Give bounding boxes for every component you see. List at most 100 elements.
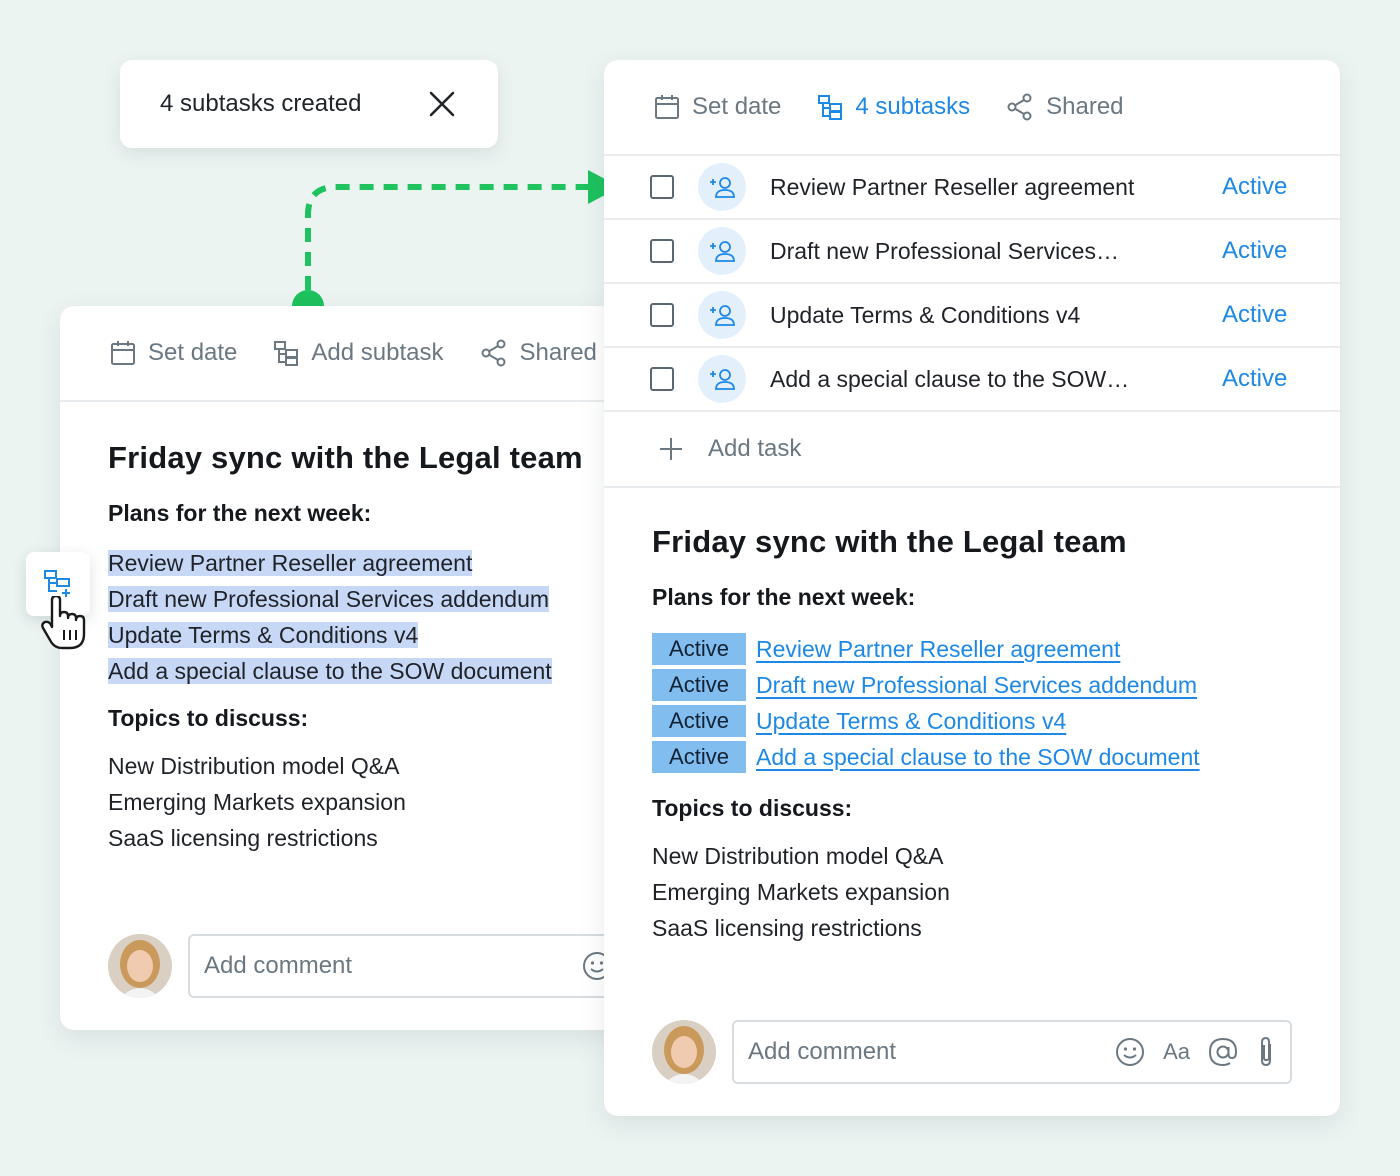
selected-text: Update Terms & Conditions v4 <box>108 622 419 648</box>
assign-user-icon[interactable] <box>698 291 746 339</box>
shared-button[interactable]: Shared <box>480 339 597 367</box>
set-date-label: Set date <box>148 339 238 366</box>
table-row: Add a special clause to the SOW… Active <box>604 348 1340 412</box>
doc-title: Friday sync with the Legal team <box>652 524 1127 559</box>
toolbar: Set date Add subtask Shared <box>60 306 620 402</box>
toast-text: 4 subtasks created <box>160 90 362 117</box>
calendar-icon <box>111 341 135 365</box>
comment-placeholder: Add comment <box>748 1038 897 1065</box>
task-checkbox[interactable] <box>650 239 674 263</box>
shared-label: Shared <box>1046 93 1124 120</box>
calendar-icon <box>655 95 679 119</box>
comment-row: Add comment <box>108 934 620 998</box>
table-row: Update Terms & Conditions v4 Active <box>604 284 1340 348</box>
task-name[interactable]: Update Terms & Conditions v4 <box>770 302 1222 329</box>
add-subtask-button[interactable]: Add subtask <box>273 339 444 367</box>
subtask-link[interactable]: Add a special clause to the SOW document <box>756 744 1200 771</box>
comment-placeholder: Add comment <box>204 952 353 979</box>
selected-text: Draft new Professional Services addendum <box>108 586 550 612</box>
text-format-button[interactable]: Aa <box>1163 1039 1190 1065</box>
doc-title: Friday sync with the Legal team <box>108 440 583 475</box>
assign-user-icon[interactable] <box>698 355 746 403</box>
stage: 4 subtasks created Set date Add subtask … <box>0 0 1400 1176</box>
list-item: New Distribution model Q&A <box>108 753 400 779</box>
list-item[interactable]: Update Terms & Conditions v4 <box>108 617 572 653</box>
list-item: Emerging Markets expansion <box>652 879 950 905</box>
plans-heading: Plans for the next week: <box>652 584 916 610</box>
task-checkbox[interactable] <box>650 175 674 199</box>
set-date-button[interactable]: Set date <box>110 339 237 367</box>
subtask-link[interactable]: Draft new Professional Services addendum <box>756 672 1197 699</box>
list-item: Active Update Terms & Conditions v4 <box>652 703 1292 739</box>
subtask-add-icon <box>44 570 70 597</box>
mention-icon[interactable] <box>1208 1037 1238 1067</box>
plans-list: Review Partner Reseller agreement Draft … <box>108 545 572 689</box>
shared-button[interactable]: Shared <box>1006 93 1124 121</box>
subtasks-label: 4 subtasks <box>855 93 971 120</box>
topics-list: New Distribution model Q&A Emerging Mark… <box>108 748 572 856</box>
list-item: Active Add a special clause to the SOW d… <box>652 739 1292 775</box>
task-name[interactable]: Add a special clause to the SOW… <box>770 366 1222 393</box>
task-name[interactable]: Review Partner Reseller agreement <box>770 174 1222 201</box>
table-row: Draft new Professional Services… Active <box>604 220 1340 284</box>
add-task-button[interactable]: Add task <box>604 412 1340 488</box>
status-badge: Active <box>652 705 746 737</box>
add-task-label: Add task <box>708 435 802 462</box>
share-icon <box>481 339 505 367</box>
task-checkbox[interactable] <box>650 367 674 391</box>
comment-input[interactable]: Add comment <box>188 934 620 998</box>
list-item: Active Review Partner Reseller agreement <box>652 631 1292 667</box>
list-item[interactable]: Review Partner Reseller agreement <box>108 545 572 581</box>
list-item: New Distribution model Q&A <box>652 843 944 869</box>
topics-list: New Distribution model Q&A Emerging Mark… <box>652 838 1292 946</box>
subtask-link[interactable]: Review Partner Reseller agreement <box>756 636 1120 663</box>
comment-row: Add comment Aa <box>652 1020 1292 1084</box>
status-badge[interactable]: Active <box>1222 301 1340 329</box>
task-checkbox[interactable] <box>650 303 674 327</box>
list-item: Emerging Markets expansion <box>108 789 406 815</box>
subtask-icon <box>818 95 843 120</box>
assign-user-icon[interactable] <box>698 227 746 275</box>
list-item[interactable]: Add a special clause to the SOW document <box>108 653 572 689</box>
selected-text: Add a special clause to the SOW document <box>108 658 552 684</box>
plans-list: Active Review Partner Reseller agreement… <box>652 631 1292 775</box>
subtask-list: Review Partner Reseller agreement Active… <box>604 156 1340 488</box>
close-icon[interactable] <box>426 88 458 120</box>
list-item[interactable]: Draft new Professional Services addendum <box>108 581 572 617</box>
status-badge: Active <box>652 741 746 773</box>
attachment-icon[interactable] <box>1256 1036 1276 1068</box>
toast-notification: 4 subtasks created <box>120 60 498 148</box>
task-card-original: Set date Add subtask Shared Friday sync … <box>60 306 620 1030</box>
status-badge[interactable]: Active <box>1222 365 1340 393</box>
subtask-link[interactable]: Update Terms & Conditions v4 <box>756 708 1066 735</box>
list-item: Active Draft new Professional Services a… <box>652 667 1292 703</box>
shared-label: Shared <box>519 339 597 366</box>
subtasks-button[interactable]: 4 subtasks <box>817 93 970 121</box>
pointer-hand-icon <box>40 594 88 655</box>
emoji-icon[interactable] <box>1115 1037 1145 1067</box>
set-date-label: Set date <box>692 93 782 120</box>
avatar <box>652 1020 716 1084</box>
document-body: Friday sync with the Legal team Plans fo… <box>604 488 1340 946</box>
list-item: SaaS licensing restrictions <box>108 825 378 851</box>
status-badge[interactable]: Active <box>1222 237 1340 265</box>
set-date-button[interactable]: Set date <box>654 93 781 121</box>
avatar <box>108 934 172 998</box>
table-row: Review Partner Reseller agreement Active <box>604 156 1340 220</box>
share-icon <box>1007 93 1032 121</box>
plus-icon <box>660 438 682 460</box>
status-badge[interactable]: Active <box>1222 173 1340 201</box>
comment-input[interactable]: Add comment Aa <box>732 1020 1292 1084</box>
status-badge: Active <box>652 633 746 665</box>
topics-heading: Topics to discuss: <box>108 705 309 731</box>
toolbar: Set date 4 subtasks Shared <box>604 60 1340 156</box>
assign-user-icon[interactable] <box>698 163 746 211</box>
list-item: SaaS licensing restrictions <box>652 915 922 941</box>
status-badge: Active <box>652 669 746 701</box>
topics-heading: Topics to discuss: <box>652 795 853 821</box>
selected-text: Review Partner Reseller agreement <box>108 550 473 576</box>
subtask-icon <box>274 341 299 366</box>
add-subtask-label: Add subtask <box>311 339 444 366</box>
document-body: Friday sync with the Legal team Plans fo… <box>60 402 620 856</box>
task-name[interactable]: Draft new Professional Services… <box>770 238 1222 265</box>
